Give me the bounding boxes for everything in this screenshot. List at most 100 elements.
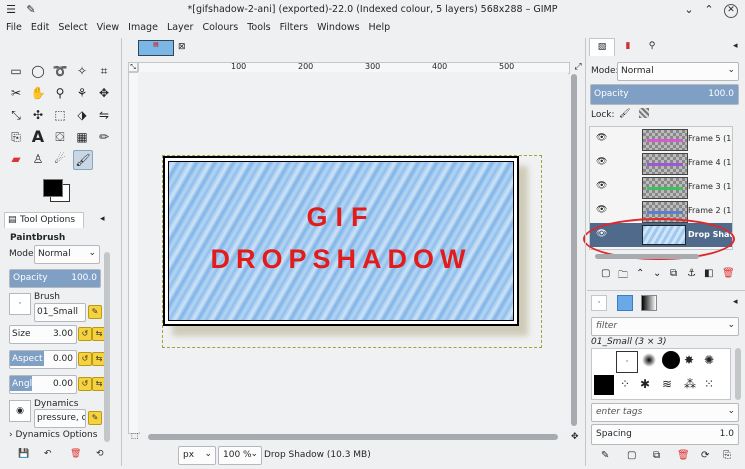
bucket-fill-icon[interactable]: ⛋ <box>51 128 69 146</box>
layer-row[interactable]: 👁 Frame 3 (100ms <box>590 175 732 199</box>
brush-cell[interactable]: ⁙ <box>704 377 714 391</box>
fuzzy-select-icon[interactable]: ✧ <box>73 62 91 80</box>
angle-spinner[interactable]: Angle 0.00 <box>9 375 77 394</box>
reset-options-icon[interactable]: ⟲ <box>96 449 104 459</box>
paintbrush-icon[interactable]: 🖌 <box>73 150 93 170</box>
pencil-icon[interactable]: ✏ <box>95 128 113 146</box>
brush-cell[interactable] <box>594 375 614 395</box>
image-thumbnail-tab[interactable]: ▤ <box>138 40 174 56</box>
new-brush-icon[interactable]: ▢ <box>627 450 636 461</box>
foreground-color-swatch[interactable] <box>43 179 63 197</box>
brush-cell[interactable]: ⁘ <box>620 377 630 391</box>
layer-row[interactable]: 👁 Frame 5 (100ms <box>590 127 732 151</box>
scissors-icon[interactable]: ✂ <box>7 84 25 102</box>
channels-tab-icon[interactable]: ▮ <box>617 38 639 56</box>
close-icon[interactable]: ✕ <box>724 4 738 18</box>
transform-icon[interactable]: ⤡ <box>7 106 25 124</box>
tool-options-tab[interactable]: ▤ Tool Options <box>4 212 84 228</box>
restore-preset-icon[interactable]: ↶ <box>44 449 52 459</box>
maximize-icon[interactable]: ⌃ <box>702 3 716 17</box>
lower-layer-icon[interactable]: ⌄ <box>653 268 661 279</box>
mode-select[interactable]: Normal ⌄ <box>34 245 100 264</box>
lasso-icon[interactable]: ➰ <box>51 62 69 80</box>
delete-layer-icon[interactable]: 🗑 <box>722 268 735 279</box>
brush-field[interactable]: 01_Small <box>34 303 86 322</box>
flip-icon[interactable]: ⇋ <box>95 106 113 124</box>
aspect-spinner[interactable]: Aspect R... 0.00 <box>9 350 77 369</box>
reset-size-icon[interactable]: ↺ <box>78 327 92 341</box>
menu-colours[interactable]: Colours <box>199 20 241 33</box>
unified-transform-icon[interactable]: ⬗ <box>73 106 91 124</box>
close-tab-icon[interactable]: ⊠ <box>178 42 186 52</box>
new-layer-group-icon[interactable]: 🗀 <box>618 268 628 285</box>
text-tool-icon[interactable]: A <box>29 128 47 146</box>
zoom-select[interactable]: 100 % ⌄ <box>218 446 262 465</box>
reset-aspect-icon[interactable]: ↺ <box>78 352 92 366</box>
brush-cell[interactable]: ✺ <box>704 353 714 367</box>
duplicate-brush-icon[interactable]: ⧉ <box>653 450 660 461</box>
gradient-icon[interactable]: ▦ <box>73 128 91 146</box>
refresh-brushes-icon[interactable]: ⟳ <box>701 450 709 461</box>
dynamics-field[interactable]: pressure, op <box>34 409 86 428</box>
brush-cell[interactable] <box>662 351 680 369</box>
horizontal-scrollbar[interactable]: ⬚ <box>128 431 568 442</box>
canvas-area[interactable]: GIF DROPSHADOW <box>138 72 568 432</box>
layers-tab-icon[interactable]: ▧ <box>589 38 615 56</box>
eye-icon[interactable]: 👁 <box>596 181 607 191</box>
menu-help[interactable]: Help <box>366 20 394 33</box>
color-picker-icon[interactable]: ⚲ <box>51 84 69 102</box>
paths-icon[interactable]: ⚘ <box>73 84 91 102</box>
vertical-scroll-thumb[interactable] <box>571 74 577 426</box>
spacing-slider[interactable]: Spacing 1.0 <box>591 424 739 445</box>
mask-layer-icon[interactable]: ◧ <box>704 268 713 279</box>
duplicate-layer-icon[interactable]: ⧉ <box>670 268 677 279</box>
dock-menu-icon[interactable]: ◂ <box>733 41 738 51</box>
brush-preview[interactable]: · <box>9 293 31 315</box>
layer-opacity-slider[interactable]: Opacity 100.0 <box>590 84 739 105</box>
foreground-select-icon[interactable]: ✋ <box>29 84 47 102</box>
layer-row[interactable]: 👁 Frame 4 (100ms <box>590 151 732 175</box>
brush-cell-selected[interactable]: · <box>616 351 638 373</box>
horizontal-scroll-thumb[interactable] <box>148 434 558 440</box>
raise-layer-icon[interactable]: ⌃ <box>636 268 644 279</box>
lock-alpha-icon[interactable] <box>639 108 649 118</box>
menu-image[interactable]: Image <box>125 20 161 33</box>
anchor-layer-icon[interactable]: ⚓ <box>687 268 696 279</box>
save-preset-icon[interactable]: 💾 <box>18 449 29 459</box>
brush-cell[interactable] <box>642 353 656 367</box>
align-icon[interactable]: ⎘ <box>7 128 25 146</box>
edit-brush-icon[interactable]: ✎ <box>601 450 609 461</box>
smudge-icon[interactable]: ☄ <box>51 150 69 168</box>
edit-brush-icon[interactable]: ✎ <box>88 305 102 319</box>
lock-pixels-icon[interactable]: 🖌 <box>619 109 630 119</box>
ruler-origin-icon[interactable]: ⤡ <box>128 62 138 72</box>
minimize-icon[interactable]: ⌄ <box>682 3 696 17</box>
open-brush-icon[interactable]: ⎘ <box>723 450 731 461</box>
layer-list-hscroll[interactable] <box>595 254 699 259</box>
paths-tab-icon[interactable]: ⚲ <box>641 38 663 56</box>
tab-menu-icon[interactable]: ◂ <box>100 214 105 224</box>
eye-icon[interactable]: 👁 <box>596 157 607 167</box>
brushes-tab-icon[interactable]: · <box>591 295 607 311</box>
crop-icon[interactable]: ⌗ <box>95 62 113 80</box>
menu-select[interactable]: Select <box>55 20 90 33</box>
rect-select-icon[interactable]: ▭ <box>7 62 25 80</box>
menu-tools[interactable]: Tools <box>244 20 273 33</box>
edit-dynamics-icon[interactable]: ✎ <box>88 411 102 425</box>
tool-options-scrollbar[interactable] <box>104 252 110 442</box>
cage-icon[interactable]: ⬚ <box>51 106 69 124</box>
quickmask-icon[interactable]: ⬚ <box>131 431 139 440</box>
eye-icon[interactable]: 👁 <box>596 205 607 215</box>
clone-icon[interactable]: ♙ <box>29 150 47 168</box>
delete-preset-icon[interactable]: 🗑 <box>70 449 81 459</box>
brush-filter-input[interactable]: filter ⌄ <box>591 317 739 336</box>
brush-cell[interactable]: ✸ <box>684 353 694 367</box>
menu-edit[interactable]: Edit <box>28 20 52 33</box>
zoom-lock-icon[interactable]: ⤢ <box>572 62 584 72</box>
unit-select[interactable]: px ⌄ <box>178 446 216 465</box>
dock-menu-icon[interactable]: ◂ <box>733 297 738 307</box>
menu-windows[interactable]: Windows <box>314 20 362 33</box>
opacity-slider[interactable]: Opacity 100.0 <box>9 269 101 288</box>
brush-cell[interactable]: ≋ <box>662 377 672 391</box>
dynamics-options-expander[interactable]: › Dynamics Options <box>9 430 97 440</box>
